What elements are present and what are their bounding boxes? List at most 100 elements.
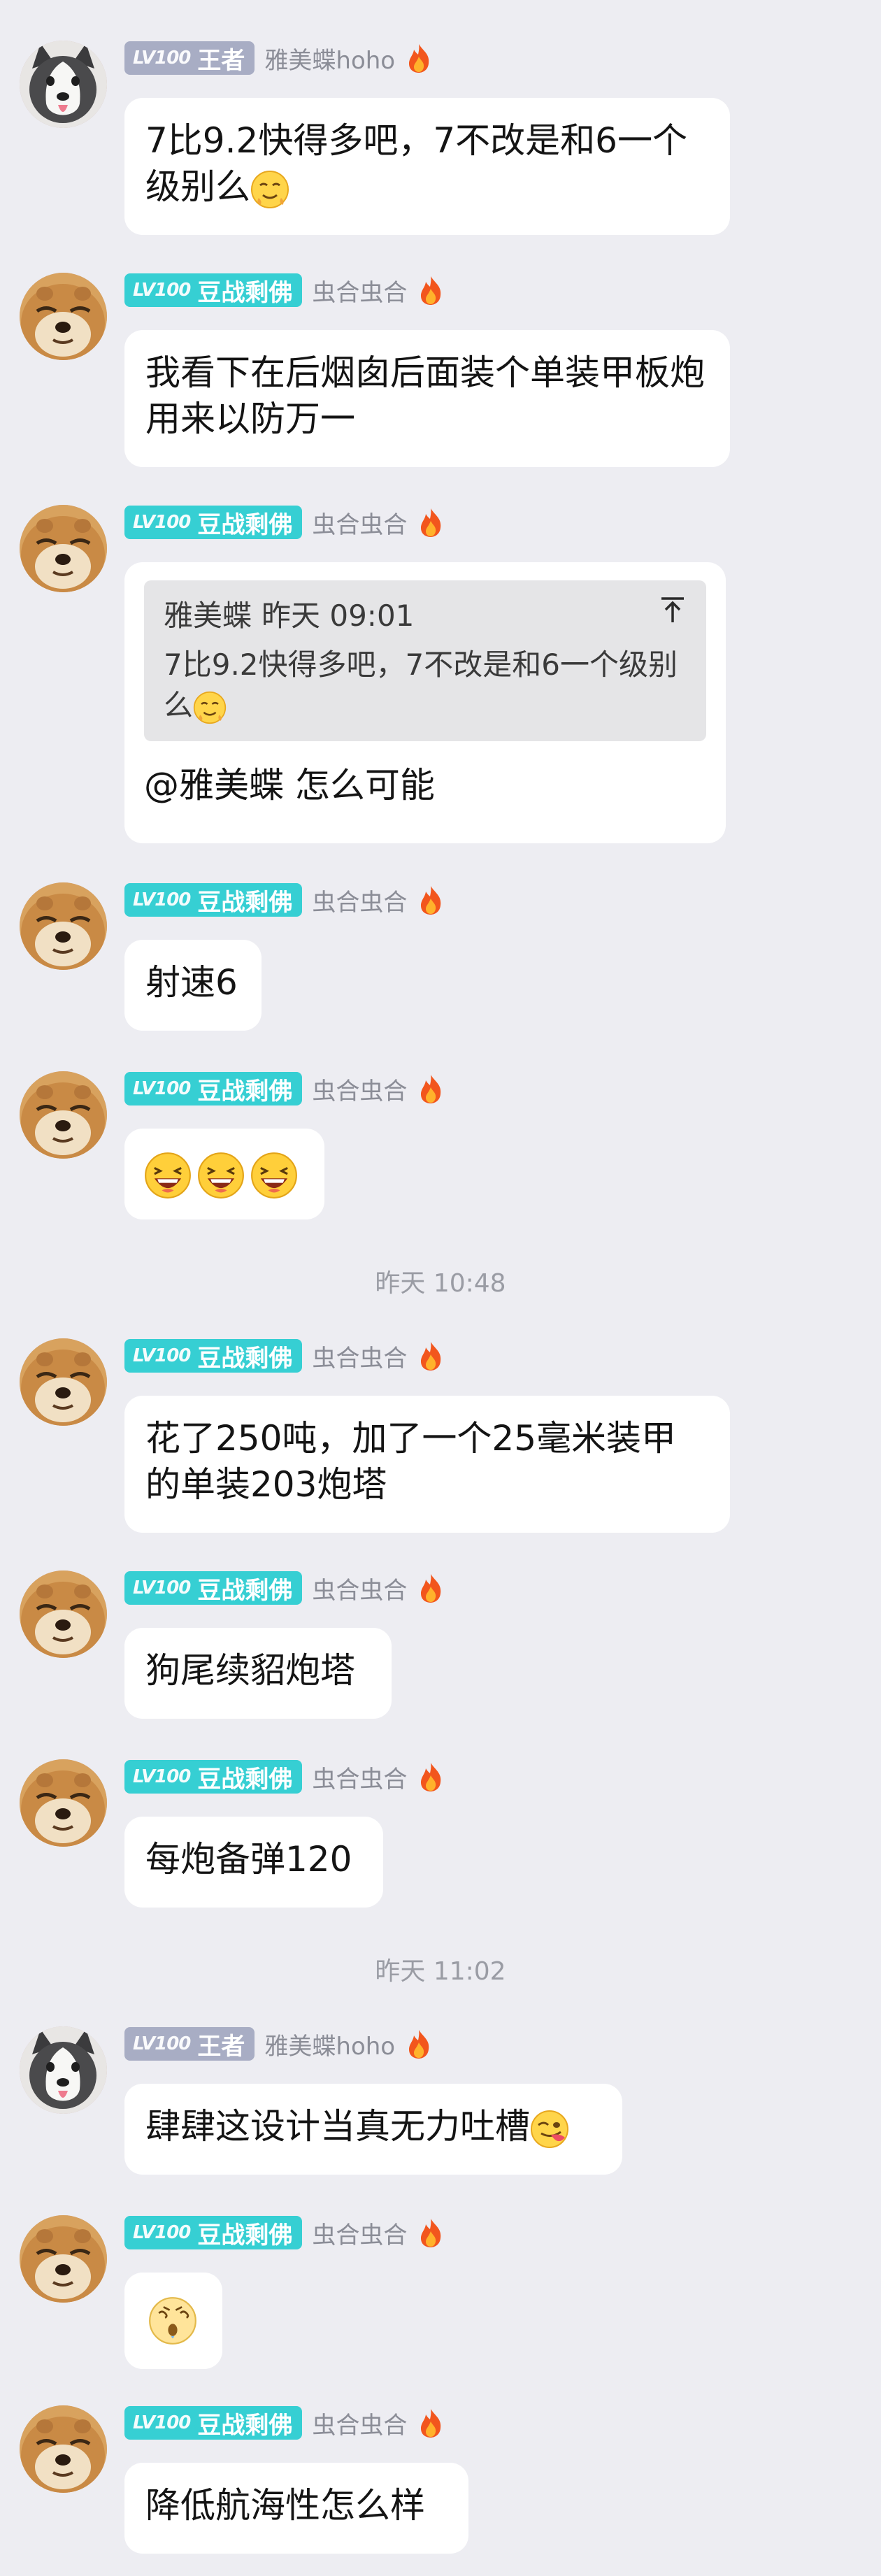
message-text: @雅美蝶 怎么可能 [144,765,435,806]
shiba-avatar[interactable] [20,1570,107,1658]
flame-icon [405,2028,433,2059]
title-label: 王者 [197,46,245,75]
level-label: LV100 [133,280,191,301]
message-bubble[interactable]: 降低航海性怎么样 [124,2463,468,2554]
message-meta: LV100 豆战剩佛 虫合虫合 [124,1759,445,1794]
nickname[interactable]: 虫合虫合 [312,506,407,540]
nickname[interactable]: 虫合虫合 [312,1339,407,1373]
message-text: 花了250吨，加了一个25毫米装甲的单装203炮塔 [145,1418,677,1505]
level-badge: LV100 豆战剩佛 [124,506,303,539]
message-meta: LV100 豆战剩佛 虫合虫合 [124,505,445,540]
husky-avatar[interactable] [20,41,107,128]
flame-icon [417,1340,445,1371]
level-label: LV100 [133,1345,191,1366]
laugh-icon [144,1152,192,1199]
timestamp-divider: 昨天 10:48 [375,1269,506,1298]
nickname[interactable]: 虫合虫合 [312,1571,407,1605]
message-text: 每炮备弹120 [145,1839,352,1880]
message-meta: LV100 豆战剩佛 虫合虫合 [124,1338,445,1373]
nickname[interactable]: 雅美蝶hoho [264,2027,395,2061]
shiba-avatar[interactable] [20,882,107,970]
level-label: LV100 [133,2033,191,2054]
flame-icon [417,885,445,915]
title-label: 豆战剩佛 [197,1576,293,1605]
quote-header: 雅美蝶 昨天 09:01 [164,596,687,636]
shiba-avatar[interactable] [20,273,107,360]
level-badge: LV100 豆战剩佛 [124,1571,303,1605]
level-label: LV100 [133,1577,191,1598]
title-label: 豆战剩佛 [197,2221,293,2249]
title-label: 豆战剩佛 [197,1077,293,1105]
nickname[interactable]: 虫合虫合 [312,273,407,308]
nickname[interactable]: 虫合虫合 [312,883,407,917]
level-badge: LV100 王者 [124,2027,255,2061]
title-label: 豆战剩佛 [197,510,293,539]
shiba-avatar[interactable] [20,2405,107,2493]
message-bubble[interactable]: 花了250吨，加了一个25毫米装甲的单装203炮塔 [124,1396,730,1533]
shiba-avatar[interactable] [20,1338,107,1426]
message-bubble[interactable]: 我看下在后烟囱后面装个单装甲板炮用来以防万一 [124,330,730,467]
flame-icon [417,1073,445,1104]
sweat-smile-icon [193,691,227,724]
nickname[interactable]: 虫合虫合 [312,2216,407,2250]
message-bubble[interactable]: 雅美蝶 昨天 09:01 7比9.2快得多吧，7不改是和6一个级别么 @雅美蝶 … [124,562,726,843]
level-badge: LV100 豆战剩佛 [124,2216,303,2249]
shiba-avatar[interactable] [20,1759,107,1847]
level-label: LV100 [133,889,191,910]
tongue-icon [530,2110,569,2149]
nickname[interactable]: 虫合虫合 [312,2406,407,2440]
title-label: 豆战剩佛 [197,2411,293,2440]
title-label: 豆战剩佛 [197,888,293,917]
message-bubble[interactable] [124,1129,324,1219]
message-bubble[interactable]: 肆肆这设计当真无力吐槽 [124,2084,622,2175]
level-label: LV100 [133,1078,191,1099]
message-text: 狗尾续貂炮塔 [145,1650,355,1691]
level-label: LV100 [133,2222,191,2243]
message-text: 7比9.2快得多吧，7不改是和6一个级别么 [145,120,687,207]
message-text: 降低航海性怎么样 [145,2485,425,2526]
message-bubble[interactable]: 每炮备弹120 [124,1817,383,1908]
message-meta: LV100 王者 雅美蝶hoho [124,2026,433,2061]
shiba-avatar[interactable] [20,505,107,592]
level-label: LV100 [133,2412,191,2433]
message-bubble[interactable]: 狗尾续貂炮塔 [124,1628,392,1719]
message-bubble[interactable]: 7比9.2快得多吧，7不改是和6一个级别么 [124,98,730,235]
message-text: 我看下在后烟囱后面装个单装甲板炮用来以防万一 [145,352,705,439]
level-badge: LV100 豆战剩佛 [124,273,303,307]
quote-time: 昨天 09:01 [262,599,415,633]
level-badge: LV100 王者 [124,41,255,75]
level-badge: LV100 豆战剩佛 [124,883,303,917]
quote-text: 7比9.2快得多吧，7不改是和6一个级别么 [164,647,678,722]
flame-icon [417,2407,445,2438]
dizzy-icon [148,2296,197,2345]
timestamp-divider: 昨天 11:02 [375,1957,506,1986]
sweat-smile-icon [250,170,289,209]
message-meta: LV100 豆战剩佛 虫合虫合 [124,1570,445,1605]
title-label: 豆战剩佛 [197,1765,293,1794]
message-meta: LV100 豆战剩佛 虫合虫合 [124,273,445,308]
jump-to-quote-icon[interactable] [657,594,688,625]
laugh-icon [250,1152,298,1199]
title-label: 王者 [197,2032,245,2061]
message-meta: LV100 豆战剩佛 虫合虫合 [124,2405,445,2440]
nickname[interactable]: 虫合虫合 [312,1072,407,1106]
level-label: LV100 [133,48,191,69]
flame-icon [417,2217,445,2248]
message-bubble[interactable] [124,2273,222,2369]
shiba-avatar[interactable] [20,1071,107,1159]
flame-icon [417,1573,445,1603]
nickname[interactable]: 雅美蝶hoho [264,41,395,76]
level-badge: LV100 豆战剩佛 [124,2406,303,2440]
quoted-message[interactable]: 雅美蝶 昨天 09:01 7比9.2快得多吧，7不改是和6一个级别么 [144,580,706,741]
level-label: LV100 [133,1766,191,1787]
flame-icon [405,43,433,73]
shiba-avatar[interactable] [20,2215,107,2303]
message-meta: LV100 豆战剩佛 虫合虫合 [124,1071,445,1106]
message-bubble[interactable]: 射速6 [124,940,262,1031]
nickname[interactable]: 虫合虫合 [312,1760,407,1794]
message-meta: LV100 豆战剩佛 虫合虫合 [124,882,445,917]
husky-avatar[interactable] [20,2026,107,2114]
level-badge: LV100 豆战剩佛 [124,1072,303,1105]
flame-icon [417,507,445,538]
message-meta: LV100 豆战剩佛 虫合虫合 [124,2215,445,2250]
